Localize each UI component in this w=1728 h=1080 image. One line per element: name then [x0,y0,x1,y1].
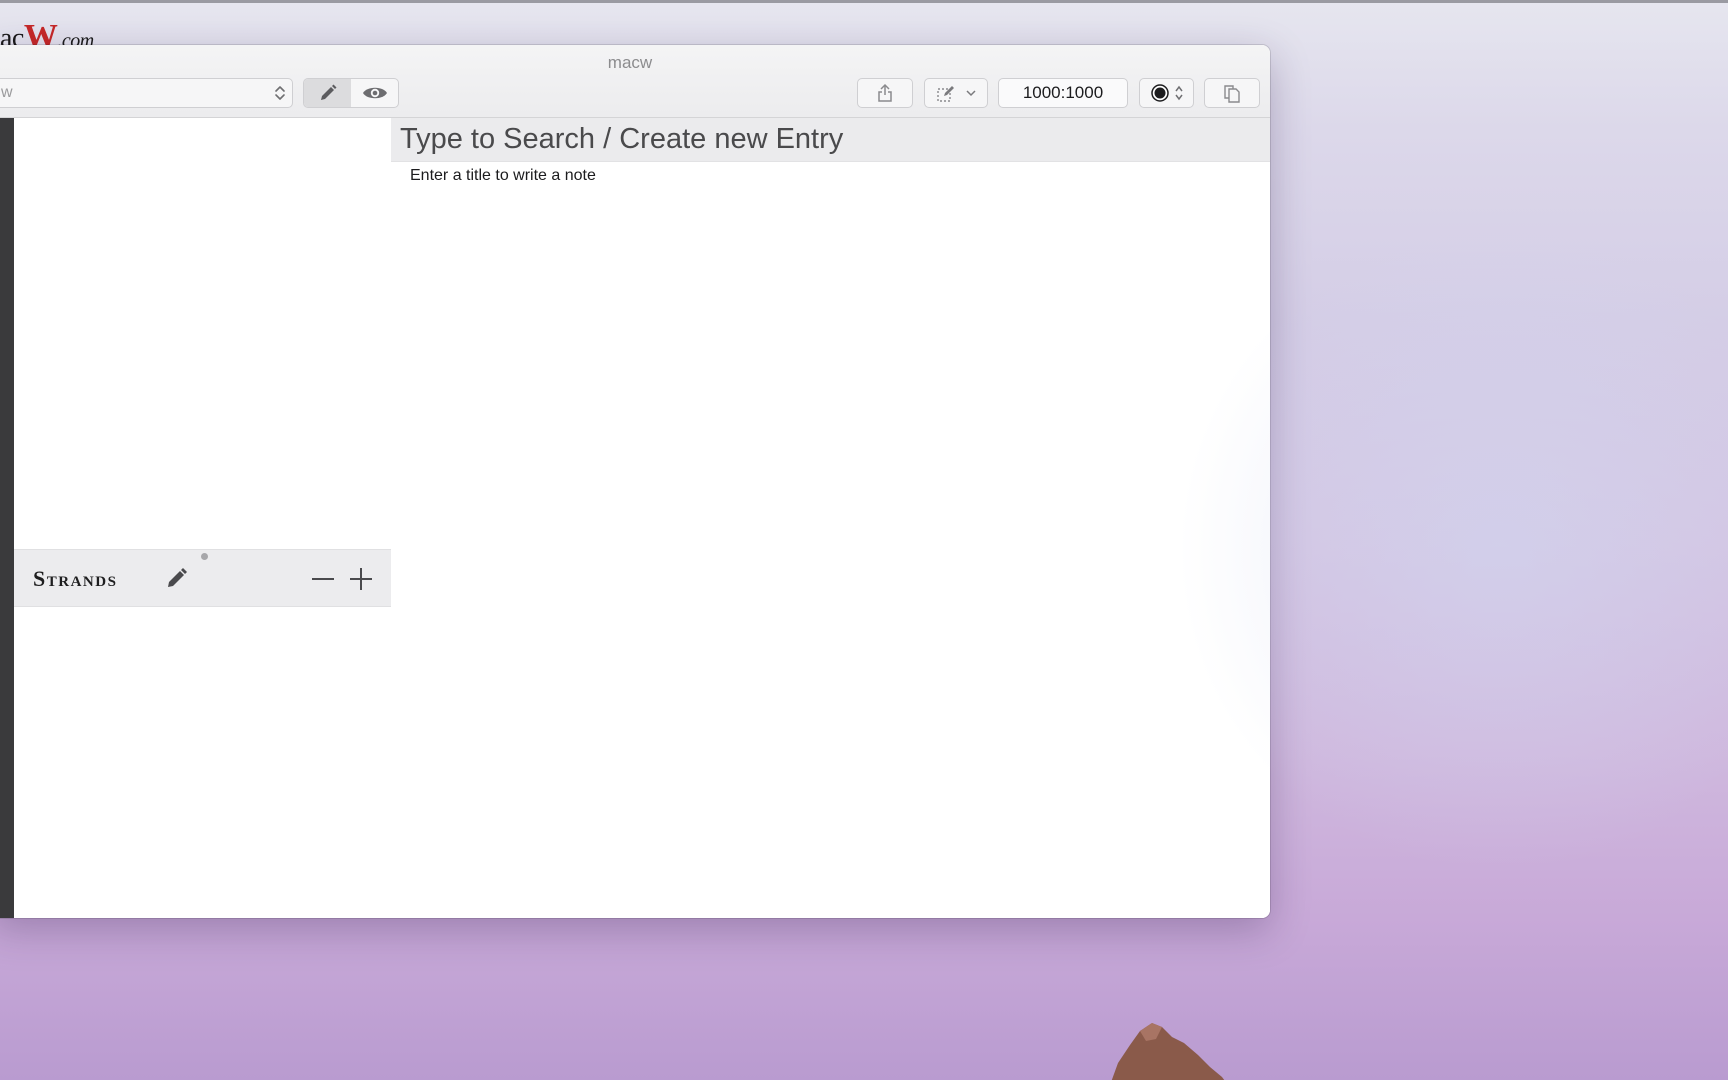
edit-selection-icon [937,86,954,102]
sidebar: Strands [0,118,397,918]
mode-segmented-control [303,78,399,108]
share-icon [878,83,892,102]
edit-mode-button[interactable] [304,79,351,107]
chevron-up-down-icon [275,86,285,100]
copy-documents-icon [1224,85,1240,103]
preview-mode-button[interactable] [351,79,398,107]
title-bar: macw w 1000:1000 [0,45,1270,118]
search-input[interactable] [391,118,1270,161]
main-editor: Enter a title to write a note [391,118,1270,918]
strands-header: Strands [14,549,391,607]
minus-icon[interactable] [310,566,336,592]
database-select[interactable]: w [0,78,293,108]
copy-button[interactable] [1204,78,1260,108]
rock-formation [1111,1023,1225,1080]
color-stepper[interactable] [1139,78,1194,108]
window-title: macw [607,53,653,72]
app-window: macw w 1000:1000 Strands Type to Search … [0,45,1270,918]
share-button[interactable] [857,78,913,108]
chevron-up-down-icon [1174,85,1183,101]
strands-title: Strands [33,566,118,591]
sidebar-dark-rail [0,118,14,918]
eye-icon [362,87,387,99]
plus-icon[interactable] [348,566,374,592]
search-bar [391,118,1270,162]
pencil-icon [320,84,336,100]
edit-menu-button[interactable] [924,78,988,108]
chevron-down-icon [966,90,976,97]
desktop-wallpaper: acW.com macw w 1000:1000 Strands Type to… [0,0,1728,1080]
radio-dot-icon [1150,84,1169,102]
pencil-icon[interactable] [164,565,190,591]
editor-placeholder-text[interactable]: Enter a title to write a note [410,167,596,185]
ratio-field[interactable]: 1000:1000 [998,78,1128,108]
drag-handle-dot[interactable] [201,553,208,560]
database-select-value: w [1,84,13,101]
